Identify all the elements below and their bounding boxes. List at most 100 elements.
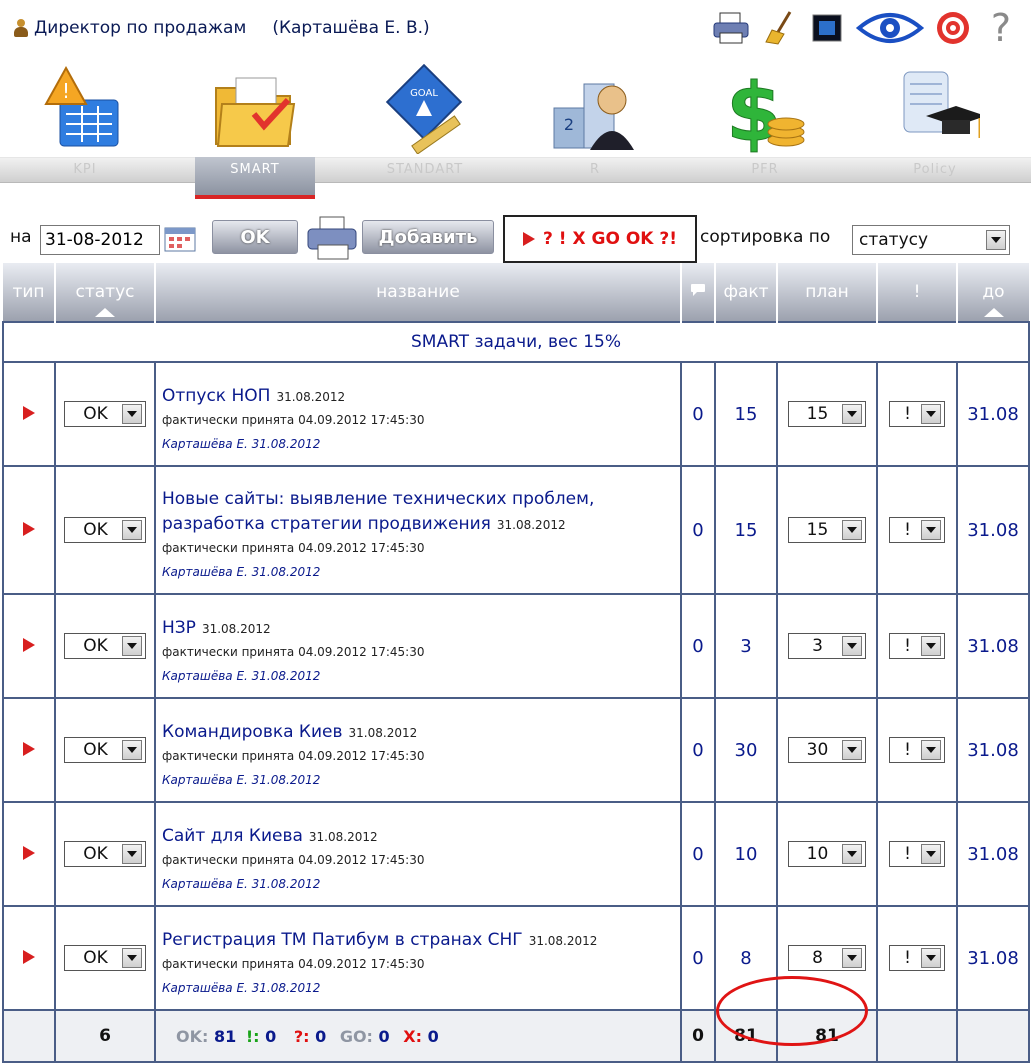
task-title[interactable]: Отпуск НОП: [162, 386, 270, 406]
chevron-down-icon[interactable]: [921, 636, 941, 656]
col-name[interactable]: название: [154, 263, 681, 322]
help-icon[interactable]: ?: [981, 6, 1021, 50]
chevron-down-icon[interactable]: [921, 520, 941, 540]
status-select[interactable]: OK: [64, 633, 146, 659]
task-type[interactable]: [2, 905, 56, 1011]
chevron-down-icon[interactable]: [122, 844, 142, 864]
chevron-down-icon[interactable]: [842, 636, 862, 656]
task-title[interactable]: НЗР: [162, 618, 196, 638]
col-comments[interactable]: [680, 263, 715, 322]
eye-icon[interactable]: [855, 8, 925, 48]
status-select[interactable]: OK: [64, 401, 146, 427]
task-title[interactable]: Регистрация ТМ Патибум в странах СНГ: [162, 930, 523, 950]
tab-label-policy: Policy: [913, 162, 957, 177]
date-prefix: на: [10, 227, 32, 247]
print-icon[interactable]: [304, 215, 362, 263]
task-author[interactable]: Карташёва Е. 31.08.2012: [162, 981, 674, 995]
priority-select[interactable]: !: [889, 737, 945, 763]
tab-smart[interactable]: SMART: [170, 62, 340, 202]
task-type[interactable]: [2, 361, 56, 467]
task-author[interactable]: Карташёва Е. 31.08.2012: [162, 669, 674, 683]
status-filter-button[interactable]: ? ! X GO OK ?!: [503, 215, 697, 263]
plan-select[interactable]: 10: [788, 841, 866, 867]
broom-icon[interactable]: [759, 8, 799, 48]
status-select[interactable]: OK: [64, 945, 146, 971]
task-type[interactable]: [2, 593, 56, 699]
printer-icon[interactable]: [711, 8, 751, 48]
task-author[interactable]: Карташёва Е. 31.08.2012: [162, 565, 674, 579]
col-plan[interactable]: план: [776, 263, 877, 322]
fullscreen-icon[interactable]: [807, 8, 847, 48]
priority-select[interactable]: !: [889, 517, 945, 543]
chevron-down-icon[interactable]: [921, 844, 941, 864]
comment-count[interactable]: 0: [680, 465, 716, 595]
chevron-down-icon[interactable]: [921, 404, 941, 424]
plan-value: 10: [806, 844, 829, 864]
chevron-down-icon[interactable]: [122, 740, 142, 760]
chevron-down-icon[interactable]: [921, 740, 941, 760]
task-type[interactable]: [2, 697, 56, 803]
add-button[interactable]: Добавить: [362, 220, 494, 254]
tab-policy[interactable]: Policy: [850, 62, 1020, 202]
chevron-down-icon[interactable]: [122, 520, 142, 540]
tab-pfr[interactable]: $ PFR: [680, 62, 850, 202]
task-author[interactable]: Карташёва Е. 31.08.2012: [162, 437, 674, 451]
table-row[interactable]: OK Сайт для Киева 31.08.2012 фактически при…: [2, 801, 1030, 907]
task-title[interactable]: Командировка Киев: [162, 722, 343, 742]
priority-select[interactable]: !: [889, 633, 945, 659]
calendar-icon[interactable]: [164, 224, 196, 252]
plan-select[interactable]: 15: [788, 401, 866, 427]
date-input[interactable]: [40, 225, 160, 255]
chevron-down-icon[interactable]: [986, 230, 1006, 250]
table-header: тип статус название факт план ! до: [3, 263, 1029, 322]
status-select[interactable]: OK: [64, 737, 146, 763]
task-author[interactable]: Карташёва Е. 31.08.2012: [162, 773, 674, 787]
comment-count[interactable]: 0: [680, 697, 716, 803]
task-author[interactable]: Карташёва Е. 31.08.2012: [162, 877, 674, 891]
table-row[interactable]: OK Отпуск НОП 31.08.2012 фактически принята…: [2, 361, 1030, 467]
sort-select[interactable]: статусу: [852, 225, 1010, 255]
tab-r[interactable]: 2 R: [510, 62, 680, 202]
chevron-down-icon[interactable]: [122, 404, 142, 424]
chevron-down-icon[interactable]: [842, 740, 862, 760]
chevron-down-icon[interactable]: [842, 404, 862, 424]
col-fact[interactable]: факт: [714, 263, 777, 322]
comment-count[interactable]: 0: [680, 593, 716, 699]
chevron-down-icon[interactable]: [842, 520, 862, 540]
status-filter-label: ? ! X GO OK ?!: [543, 229, 677, 249]
target-icon[interactable]: [933, 8, 973, 48]
status-select[interactable]: OK: [64, 517, 146, 543]
plan-select[interactable]: 15: [788, 517, 866, 543]
comment-count[interactable]: 0: [680, 361, 716, 467]
chevron-down-icon[interactable]: [122, 636, 142, 656]
comment-count[interactable]: 0: [680, 801, 716, 907]
plan-select[interactable]: 30: [788, 737, 866, 763]
task-accepted: фактически принята 04.09.2012 17:45:30: [162, 541, 425, 555]
col-priority[interactable]: !: [876, 263, 957, 322]
comment-count[interactable]: 0: [680, 905, 716, 1011]
priority-select[interactable]: !: [889, 945, 945, 971]
col-due[interactable]: до: [956, 263, 1029, 322]
chevron-down-icon[interactable]: [921, 948, 941, 968]
plan-select[interactable]: 8: [788, 945, 866, 971]
col-status[interactable]: статус: [54, 263, 155, 322]
chevron-down-icon[interactable]: [842, 844, 862, 864]
priority-cell: !: [876, 905, 958, 1011]
table-row[interactable]: OK НЗР 31.08.2012 фактически принята 04.09.…: [2, 593, 1030, 699]
tab-standart[interactable]: GOAL STANDART: [340, 62, 510, 202]
chevron-down-icon[interactable]: [842, 948, 862, 968]
priority-select[interactable]: !: [889, 401, 945, 427]
ok-button[interactable]: OK: [212, 220, 298, 254]
chevron-down-icon[interactable]: [122, 948, 142, 968]
status-select[interactable]: OK: [64, 841, 146, 867]
task-title[interactable]: Сайт для Киева: [162, 826, 303, 846]
table-row[interactable]: OK Новые сайты: выявление технических про…: [2, 465, 1030, 595]
priority-select[interactable]: !: [889, 841, 945, 867]
tab-kpi[interactable]: ! KPI: [0, 62, 170, 202]
table-row[interactable]: OK Командировка Киев 31.08.2012 фактически …: [2, 697, 1030, 803]
col-type[interactable]: тип: [3, 263, 55, 322]
plan-select[interactable]: 3: [788, 633, 866, 659]
table-row[interactable]: OK Регистрация ТМ Патибум в странах СНГ 31…: [2, 905, 1030, 1011]
task-type[interactable]: [2, 801, 56, 907]
task-type[interactable]: [2, 465, 56, 595]
